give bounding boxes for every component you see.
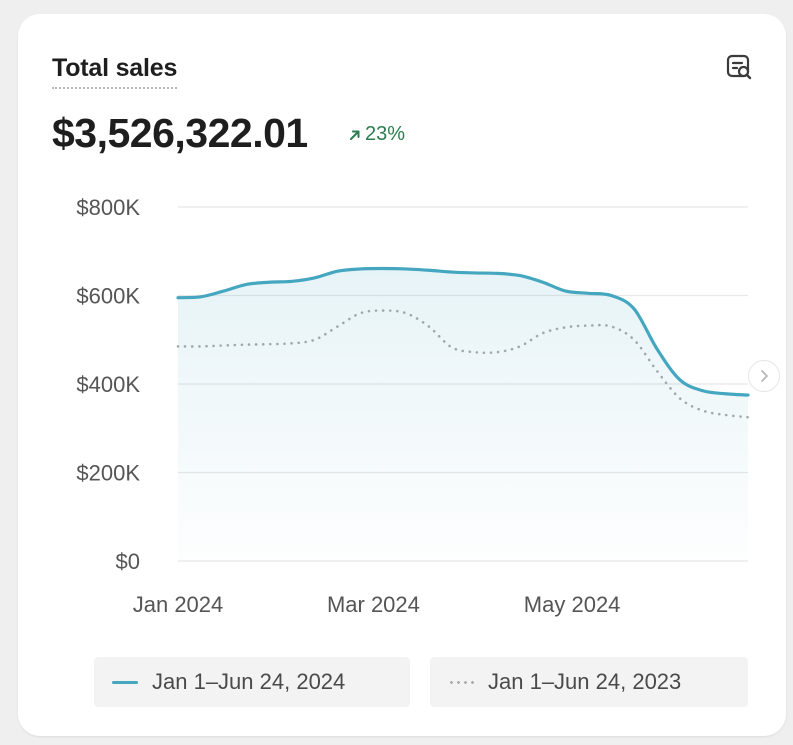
x-tick-label: May 2024	[524, 592, 621, 617]
legend-label: Jan 1–Jun 24, 2024	[152, 669, 346, 694]
sales-area-chart: $800K $600K $400K $200K $0 Jan 2024 Mar 2024 Ma…	[76, 195, 750, 617]
x-tick-label: Jan 2024	[133, 592, 224, 617]
legend-label: Jan 1–Jun 24, 2023	[488, 669, 682, 694]
legend-item-current[interactable]: Jan 1–Jun 24, 2024	[94, 657, 410, 707]
y-tick-label: $800K	[76, 195, 140, 220]
legend-item-previous[interactable]: Jan 1–Jun 24, 2023	[430, 657, 748, 707]
total-sales-card: Total sales $3,526,322.01 23% $800K $600K…	[18, 14, 786, 736]
y-tick-label: $400K	[76, 372, 140, 397]
series-area-fill-0	[178, 268, 748, 561]
chart-scroll-next-button[interactable]	[748, 360, 780, 392]
y-tick-label: $0	[116, 549, 140, 574]
y-tick-label: $200K	[76, 461, 140, 486]
chevron-right-icon	[761, 370, 768, 382]
legend-swatch-dotted	[448, 680, 474, 684]
y-tick-label: $600K	[76, 284, 140, 309]
x-tick-label: Mar 2024	[327, 592, 420, 617]
legend-swatch-solid	[112, 680, 138, 684]
